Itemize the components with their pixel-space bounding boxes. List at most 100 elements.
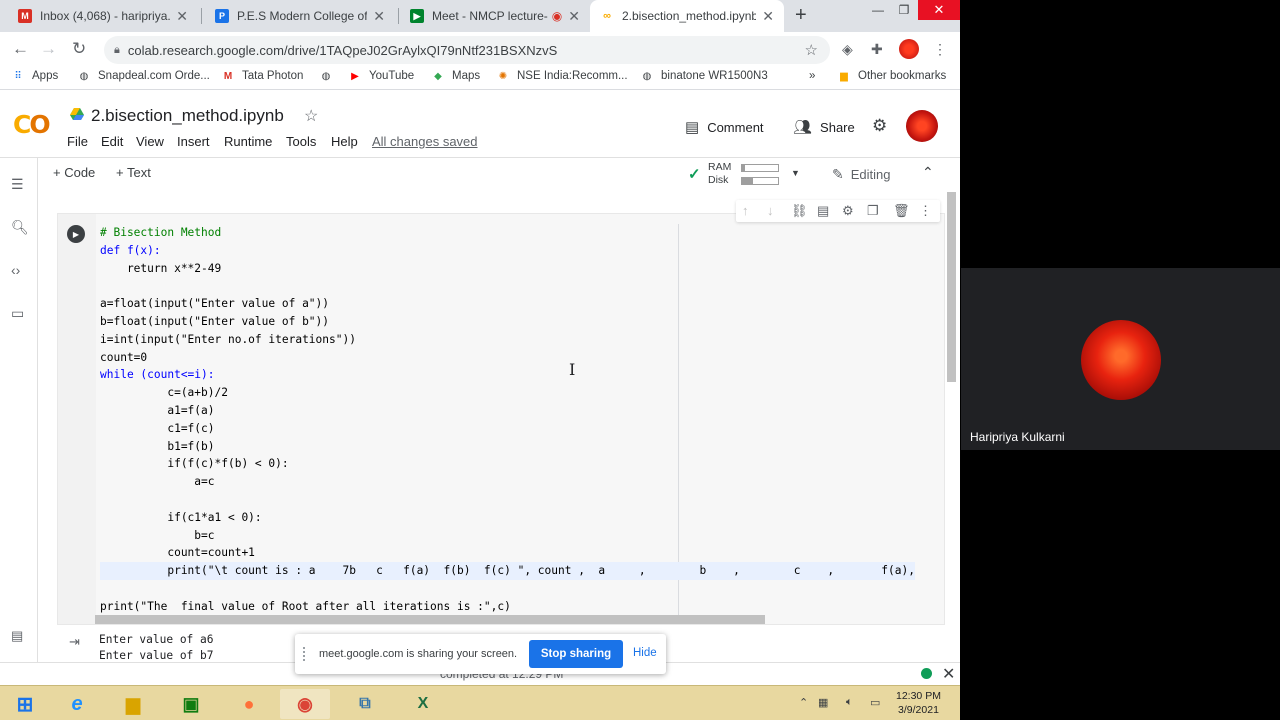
tab-meet[interactable]: ▶ Meet - NMCP lecture- ◉ ✕ — [400, 0, 590, 32]
hide-button[interactable]: Hide — [633, 647, 657, 659]
bookmark-binatone[interactable]: ◍ binatone WR1500N3 — [641, 70, 768, 82]
tab-colab[interactable]: ∞ 2.bisection_method.ipynb ✕ — [590, 0, 784, 32]
network-icon[interactable]: ▦ — [818, 696, 828, 709]
bookmark-nse[interactable]: ✺ NSE India:Recomm... — [497, 70, 628, 82]
code-snippets-icon[interactable]: ‹› — [11, 262, 20, 278]
bookmark-apps[interactable]: ⠿ Apps — [12, 70, 58, 82]
search-icon[interactable]: 🔍︎ — [11, 219, 29, 236]
close-icon[interactable]: ✕ — [762, 8, 774, 25]
code-line[interactable]: if(f(c)*f(b) < 0): — [100, 455, 915, 473]
battery-icon[interactable]: ▭ — [870, 696, 880, 709]
code-line[interactable]: a=float(input("Enter value of a")) — [100, 295, 915, 313]
file-explorer-icon[interactable]: ▆ — [108, 689, 158, 719]
collapse-header-icon[interactable]: ⌃ — [922, 164, 934, 181]
menu-help[interactable]: Help — [331, 134, 358, 149]
star-notebook-icon[interactable]: ☆ — [304, 106, 318, 126]
drag-handle-icon[interactable] — [303, 647, 309, 661]
link-icon[interactable]: ⛓ — [791, 203, 808, 219]
stop-sharing-button[interactable]: Stop sharing — [529, 640, 623, 668]
vertical-scrollbar[interactable] — [947, 192, 956, 382]
extension-icon[interactable]: ◈ — [842, 41, 853, 58]
tab-gmail[interactable]: M Inbox (4,068) - haripriya.ku ✕ — [8, 0, 198, 32]
code-line[interactable]: c=(a+b)/2 — [100, 384, 915, 402]
bookmark-tata-photon[interactable]: M Tata Photon — [222, 70, 304, 82]
notebook-title[interactable]: 2.bisection_method.ipynb — [91, 106, 284, 126]
internet-explorer-icon[interactable]: e — [52, 689, 102, 719]
code-editor[interactable]: # Bisection Method def f(x): return x**2-… — [100, 224, 915, 616]
bookmark-star-icon[interactable]: ☆ — [805, 41, 818, 59]
windows-start-icon[interactable]: ⊞ — [0, 689, 50, 719]
menu-runtime[interactable]: Runtime — [224, 134, 272, 149]
code-line[interactable]: return x**2-49 — [100, 260, 915, 278]
code-line[interactable] — [100, 277, 915, 295]
bookmark-youtube[interactable]: ▶ YouTube — [349, 70, 414, 82]
bookmark-snapdeal[interactable]: ◍ Snapdeal.com Orde... — [78, 70, 210, 82]
settings-gear-icon[interactable]: ⚙ — [872, 116, 887, 136]
minimize-icon[interactable]: — — [866, 0, 890, 20]
run-cell-button[interactable]: ▶ — [67, 225, 85, 243]
code-line[interactable] — [100, 580, 915, 598]
resources-dropdown-icon[interactable]: ▼ — [791, 168, 800, 178]
account-avatar[interactable] — [906, 110, 938, 142]
comment-icon[interactable]: ▤ — [817, 203, 829, 219]
editing-mode-button[interactable]: ✎ Editing — [832, 166, 890, 183]
address-bar[interactable]: 🔒︎ colab.research.google.com/drive/1TAQp… — [104, 36, 830, 64]
tab-classroom[interactable]: P P.E.S Modern College of Er ✕ — [205, 0, 395, 32]
menu-tools[interactable]: Tools — [286, 134, 316, 149]
firefox-icon[interactable]: ● — [224, 689, 274, 719]
code-line[interactable]: count=count+1 — [100, 544, 915, 562]
code-line[interactable]: a1=f(a) — [100, 402, 915, 420]
resources-indicator[interactable]: RAM Disk — [708, 161, 731, 187]
horizontal-scrollbar[interactable] — [95, 615, 765, 624]
close-icon[interactable]: ✕ — [176, 8, 188, 25]
volume-icon[interactable]: 🔈︎ — [846, 696, 853, 709]
reload-icon[interactable]: ↻ — [72, 39, 86, 59]
menu-file[interactable]: File — [67, 134, 88, 149]
code-line[interactable]: i=int(input("Enter no.of iterations")) — [100, 331, 915, 349]
share-button[interactable]: 👥︎ Share — [793, 118, 855, 136]
code-cell[interactable]: ▶ # Bisection Method def f(x): return x**… — [57, 213, 945, 625]
code-line[interactable]: b1=f(b) — [100, 438, 915, 456]
bookmark-maps[interactable]: ◆ Maps — [432, 70, 480, 82]
kebab-menu-icon[interactable]: ⋮ — [933, 41, 947, 58]
more-bookmarks-button[interactable]: » — [809, 70, 815, 82]
code-line[interactable]: print("\t count is : a 7b c f(a) f(b) f(… — [100, 562, 915, 580]
show-hidden-icons[interactable]: ⌃ — [799, 696, 808, 709]
code-line[interactable]: while (count<=i): — [100, 366, 915, 384]
more-options-icon[interactable]: ⋮ — [919, 203, 932, 219]
bookmark-globe[interactable]: ◍ — [320, 70, 340, 82]
forward-icon[interactable]: → — [40, 39, 57, 59]
window-close-button[interactable]: ✕ — [918, 0, 960, 20]
excel-icon[interactable]: X — [398, 689, 448, 719]
menu-insert[interactable]: Insert — [177, 134, 210, 149]
code-line[interactable]: # Bisection Method — [100, 224, 915, 242]
table-of-contents-icon[interactable]: ☰ — [11, 176, 24, 193]
comment-button[interactable]: ▤ Comment — [685, 118, 764, 136]
profile-avatar[interactable] — [899, 39, 919, 59]
files-folder-icon[interactable]: ▭ — [11, 305, 24, 322]
drive-icon[interactable] — [70, 108, 84, 120]
delete-icon[interactable]: 🗑︎ — [893, 203, 910, 219]
close-status-icon[interactable]: ✕ — [942, 664, 955, 684]
colab-logo[interactable]: CO — [13, 110, 51, 139]
code-line[interactable]: print("The final value of Root after all… — [100, 598, 915, 616]
python-icon[interactable]: ⧉ — [340, 689, 390, 719]
code-line[interactable] — [100, 491, 915, 509]
back-icon[interactable]: ← — [12, 39, 29, 59]
code-line[interactable]: count=0 — [100, 349, 915, 367]
close-icon[interactable]: ✕ — [373, 8, 385, 25]
cell-settings-icon[interactable]: ⚙ — [842, 203, 854, 219]
other-bookmarks[interactable]: ▆ Other bookmarks — [838, 70, 946, 82]
terminal-icon[interactable]: ▤ — [11, 628, 23, 644]
puzzle-icon[interactable]: ✚ — [871, 41, 883, 58]
close-icon[interactable]: ✕ — [568, 8, 580, 25]
mirror-cell-icon[interactable]: ❐ — [867, 203, 879, 219]
code-line[interactable]: a=c — [100, 473, 915, 491]
code-line[interactable]: b=float(input("Enter value of b")) — [100, 313, 915, 331]
windows-store-icon[interactable]: ▣ — [166, 689, 216, 719]
code-line[interactable]: c1=f(c) — [100, 420, 915, 438]
code-line[interactable]: b=c — [100, 527, 915, 545]
move-down-icon[interactable]: ↓ — [767, 203, 774, 218]
menu-view[interactable]: View — [136, 134, 164, 149]
chrome-icon[interactable]: ◉ — [280, 689, 330, 719]
